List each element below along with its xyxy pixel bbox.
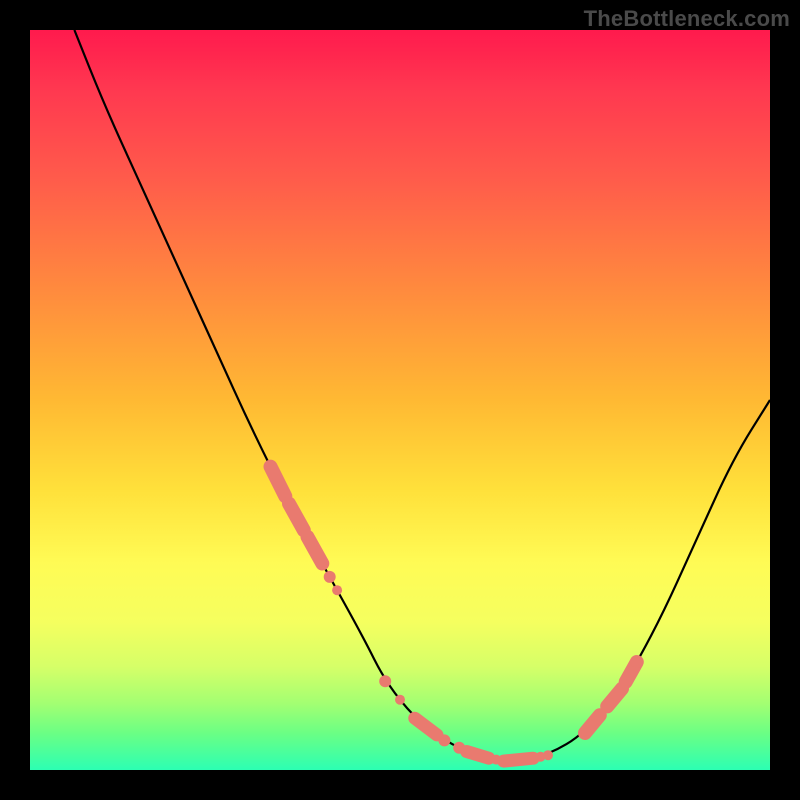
- data-point-pill: [415, 718, 437, 735]
- data-point-dot: [324, 571, 336, 583]
- chart-frame: TheBottleneck.com: [0, 0, 800, 800]
- data-point-dot: [395, 695, 405, 705]
- data-point-dot: [543, 750, 553, 760]
- data-point-pill: [607, 689, 622, 707]
- data-point-dot: [631, 656, 643, 668]
- data-point-pill: [504, 758, 534, 761]
- data-point-dot: [332, 585, 342, 595]
- data-point-dot: [272, 475, 284, 487]
- data-point-dot: [586, 718, 598, 730]
- data-point-dot: [379, 675, 391, 687]
- bottleneck-curve-line: [74, 30, 770, 761]
- data-point-pill: [467, 752, 489, 759]
- plot-area: [30, 30, 770, 770]
- watermark-text: TheBottleneck.com: [584, 6, 790, 32]
- data-point-markers: [271, 467, 643, 765]
- data-point-pill: [289, 504, 304, 531]
- data-point-pill: [308, 537, 323, 564]
- data-point-dot: [438, 734, 450, 746]
- chart-overlay-svg: [30, 30, 770, 770]
